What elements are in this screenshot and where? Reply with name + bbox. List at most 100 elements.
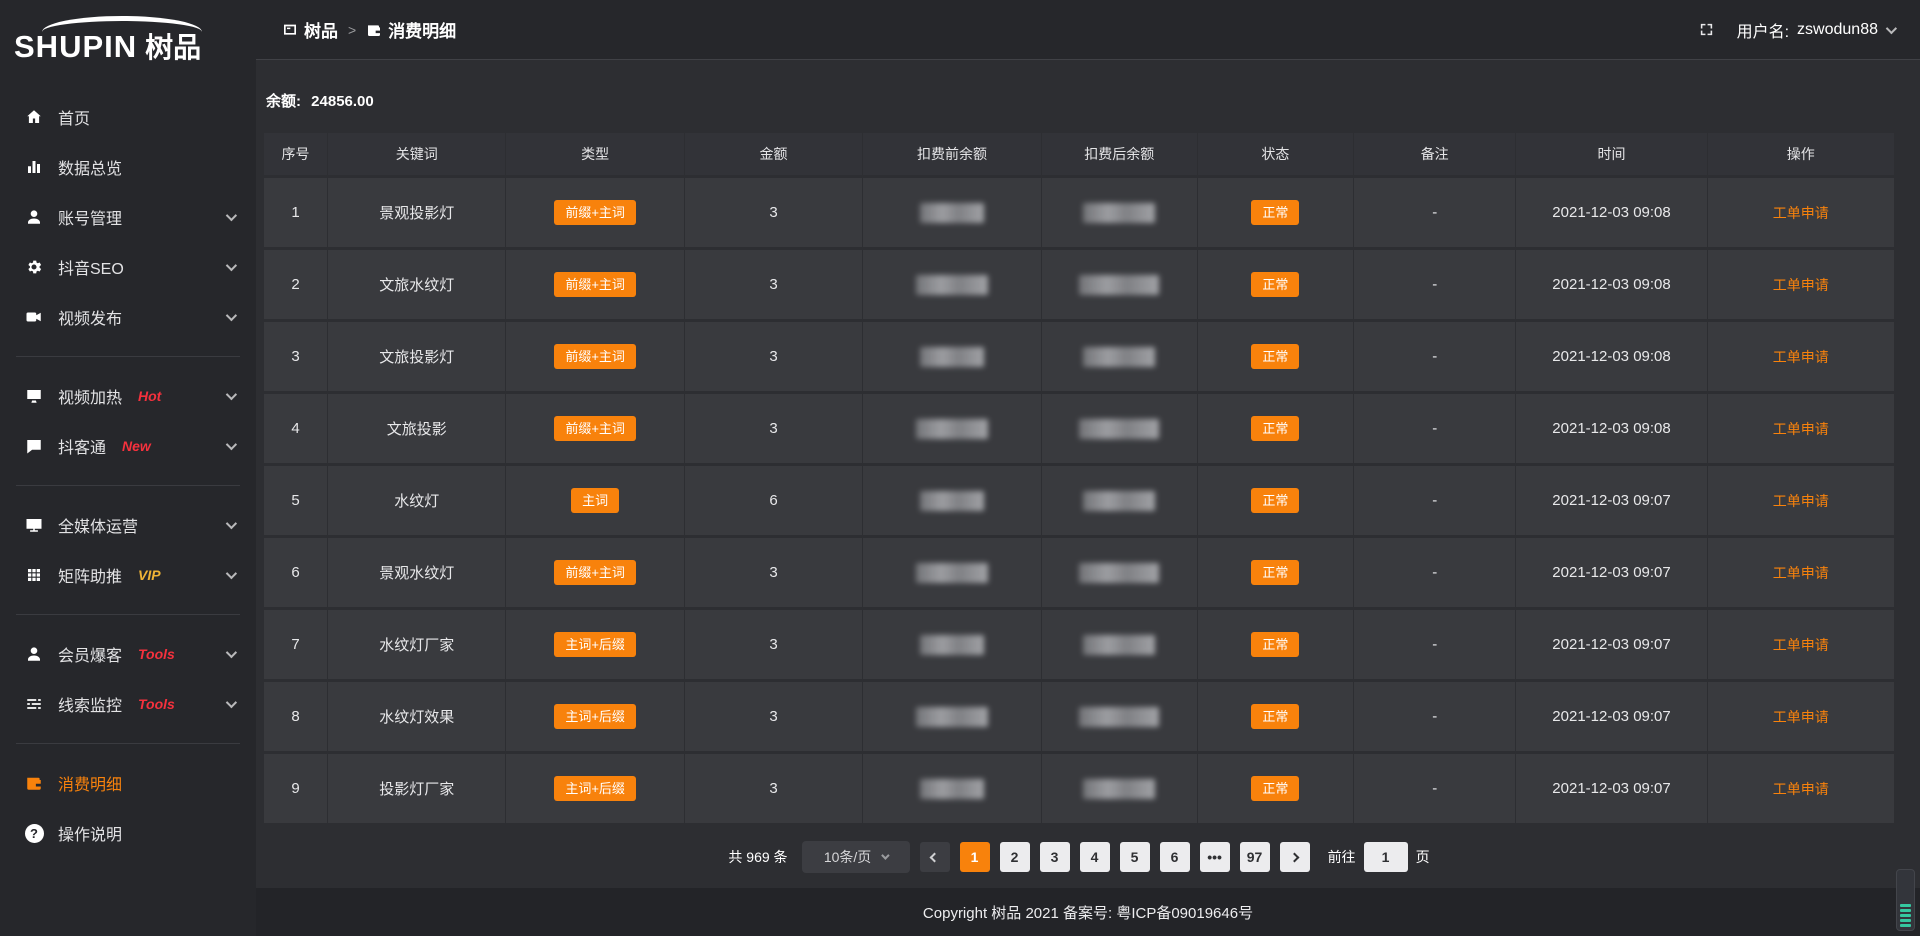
cell-time: 2021-12-03 09:08 [1516, 322, 1707, 391]
masked-value [1079, 707, 1159, 727]
cell-action[interactable]: 工单申请 [1708, 610, 1894, 679]
cell-keyword-text: 水纹灯厂家 [379, 634, 454, 655]
sidebar-item-user[interactable]: 账号管理 [0, 192, 256, 242]
page-button-2[interactable]: 2 [1000, 842, 1030, 872]
menu-divider [16, 743, 240, 744]
page-ellipsis-button[interactable]: ••• [1200, 842, 1230, 872]
cell-keyword: 文旅投影 [328, 394, 506, 463]
work-order-link[interactable]: 工单申请 [1773, 275, 1829, 295]
page-button-6[interactable]: 6 [1160, 842, 1190, 872]
cell-action[interactable]: 工单申请 [1708, 466, 1894, 535]
user-icon [24, 207, 44, 227]
cell-time-text: 2021-12-03 09:07 [1552, 708, 1670, 725]
cell-action[interactable]: 工单申请 [1708, 178, 1894, 247]
sidebar-item-chat-bubble[interactable]: 抖客通New [0, 421, 256, 471]
next-page-button[interactable] [1280, 842, 1310, 872]
work-order-link[interactable]: 工单申请 [1773, 635, 1829, 655]
goto-page-input[interactable] [1364, 842, 1408, 872]
page-size-select[interactable]: 10条/页 [802, 841, 910, 873]
user-menu[interactable]: 用户名: zswodun88 [1737, 18, 1894, 42]
fullscreen-icon[interactable] [1698, 21, 1715, 38]
status-badge: 正常 [1251, 776, 1299, 802]
cell-action[interactable]: 工单申请 [1708, 250, 1894, 319]
breadcrumb-item-home[interactable]: 树品 [282, 17, 338, 42]
sidebar-item-label: 抖客通 [58, 434, 106, 458]
cell-time: 2021-12-03 09:07 [1516, 538, 1707, 607]
cell-action[interactable]: 工单申请 [1708, 538, 1894, 607]
sidebar-item-user[interactable]: 会员爆客Tools [0, 629, 256, 679]
table-row: 6景观水纹灯前缀+主词3正常-2021-12-03 09:07工单申请 [264, 538, 1894, 607]
work-order-link[interactable]: 工单申请 [1773, 491, 1829, 511]
cell-remark: - [1354, 754, 1517, 823]
page-button-5[interactable]: 5 [1120, 842, 1150, 872]
work-order-link[interactable]: 工单申请 [1773, 563, 1829, 583]
sidebar-item-sliders[interactable]: 线索监控Tools [0, 679, 256, 729]
sidebar-item-bar-chart[interactable]: 数据总览 [0, 142, 256, 192]
sidebar-item-home[interactable]: 首页 [0, 92, 256, 142]
cell-keyword: 投影灯厂家 [328, 754, 506, 823]
sidebar-item-label: 操作说明 [58, 821, 122, 845]
breadcrumb-item-current[interactable]: 消费明细 [366, 17, 456, 42]
status-badge: 正常 [1251, 560, 1299, 586]
cell-balance-after [1042, 754, 1198, 823]
page-button-3[interactable]: 3 [1040, 842, 1070, 872]
work-order-link[interactable]: 工单申请 [1773, 203, 1829, 223]
chat-bubble-icon [24, 436, 44, 456]
table-row: 7水纹灯厂家主词+后缀3正常-2021-12-03 09:07工单申请 [264, 610, 1894, 679]
work-order-link[interactable]: 工单申请 [1773, 707, 1829, 727]
cell-action[interactable]: 工单申请 [1708, 682, 1894, 751]
prev-page-button[interactable] [920, 842, 950, 872]
chevron-left-icon [930, 852, 940, 862]
cell-remark-text: - [1432, 564, 1437, 581]
page-button-4[interactable]: 4 [1080, 842, 1110, 872]
status-badge: 正常 [1251, 272, 1299, 298]
sidebar-item-label: 抖音SEO [58, 255, 124, 279]
masked-value [1079, 563, 1159, 583]
masked-value [1083, 779, 1155, 799]
username-value: zswodun88 [1797, 21, 1878, 39]
cell-remark-text: - [1432, 204, 1437, 221]
sidebar-item-wallet[interactable]: 消费明细 [0, 758, 256, 808]
cell-time-text: 2021-12-03 09:08 [1552, 420, 1670, 437]
table-row: 1景观投影灯前缀+主词3正常-2021-12-03 09:08工单申请 [264, 178, 1894, 247]
cell-keyword-text: 水纹灯 [394, 490, 439, 511]
cell-balance-before [863, 466, 1041, 535]
sidebar-item-question-circle[interactable]: ?操作说明 [0, 808, 256, 858]
cell-status: 正常 [1198, 178, 1354, 247]
cell-balance-before [863, 610, 1041, 679]
cell-index-text: 8 [291, 708, 299, 725]
sidebar-item-grid[interactable]: 矩阵助推VIP [0, 550, 256, 600]
username-label: 用户名: [1737, 18, 1789, 42]
consumption-table: 序号关键词类型金额扣费前余额扣费后余额状态备注时间操作 1景观投影灯前缀+主词3… [264, 133, 1894, 823]
cell-balance-after [1042, 394, 1198, 463]
cell-keyword: 文旅投影灯 [328, 322, 506, 391]
cell-status: 正常 [1198, 250, 1354, 319]
sidebar-item-label: 数据总览 [58, 155, 122, 179]
cell-index-text: 3 [291, 348, 299, 365]
work-order-link[interactable]: 工单申请 [1773, 779, 1829, 799]
column-header: 状态 [1198, 133, 1354, 175]
sidebar-item-monitor[interactable]: 全媒体运营 [0, 500, 256, 550]
column-header: 类型 [506, 133, 684, 175]
sidebar-item-label: 会员爆客 [58, 642, 122, 666]
cell-keyword-text: 景观水纹灯 [379, 562, 454, 583]
sidebar-item-screen-heat[interactable]: 视频加热Hot [0, 371, 256, 421]
cell-keyword-text: 水纹灯效果 [379, 706, 454, 727]
cell-balance-before [863, 250, 1041, 319]
cell-action[interactable]: 工单申请 [1708, 322, 1894, 391]
page-button-97[interactable]: 97 [1240, 842, 1270, 872]
sidebar-item-video-camera[interactable]: 视频发布 [0, 292, 256, 342]
brand-logo: SHUPIN 树品 [0, 10, 256, 80]
cell-type: 主词+后缀 [506, 682, 684, 751]
cell-action[interactable]: 工单申请 [1708, 394, 1894, 463]
work-order-link[interactable]: 工单申请 [1773, 419, 1829, 439]
goto-page: 前往 页 [1328, 842, 1430, 872]
cell-action[interactable]: 工单申请 [1708, 754, 1894, 823]
floating-widget[interactable] [1896, 869, 1915, 931]
sidebar-item-gear[interactable]: 抖音SEO [0, 242, 256, 292]
masked-value [1079, 419, 1159, 439]
app-root: SHUPIN 树品 首页数据总览账号管理抖音SEO 视频发布视频加热Hot抖客通N… [0, 0, 1920, 936]
page-button-1[interactable]: 1 [960, 842, 990, 872]
type-badge: 前缀+主词 [554, 560, 636, 586]
work-order-link[interactable]: 工单申请 [1773, 347, 1829, 367]
